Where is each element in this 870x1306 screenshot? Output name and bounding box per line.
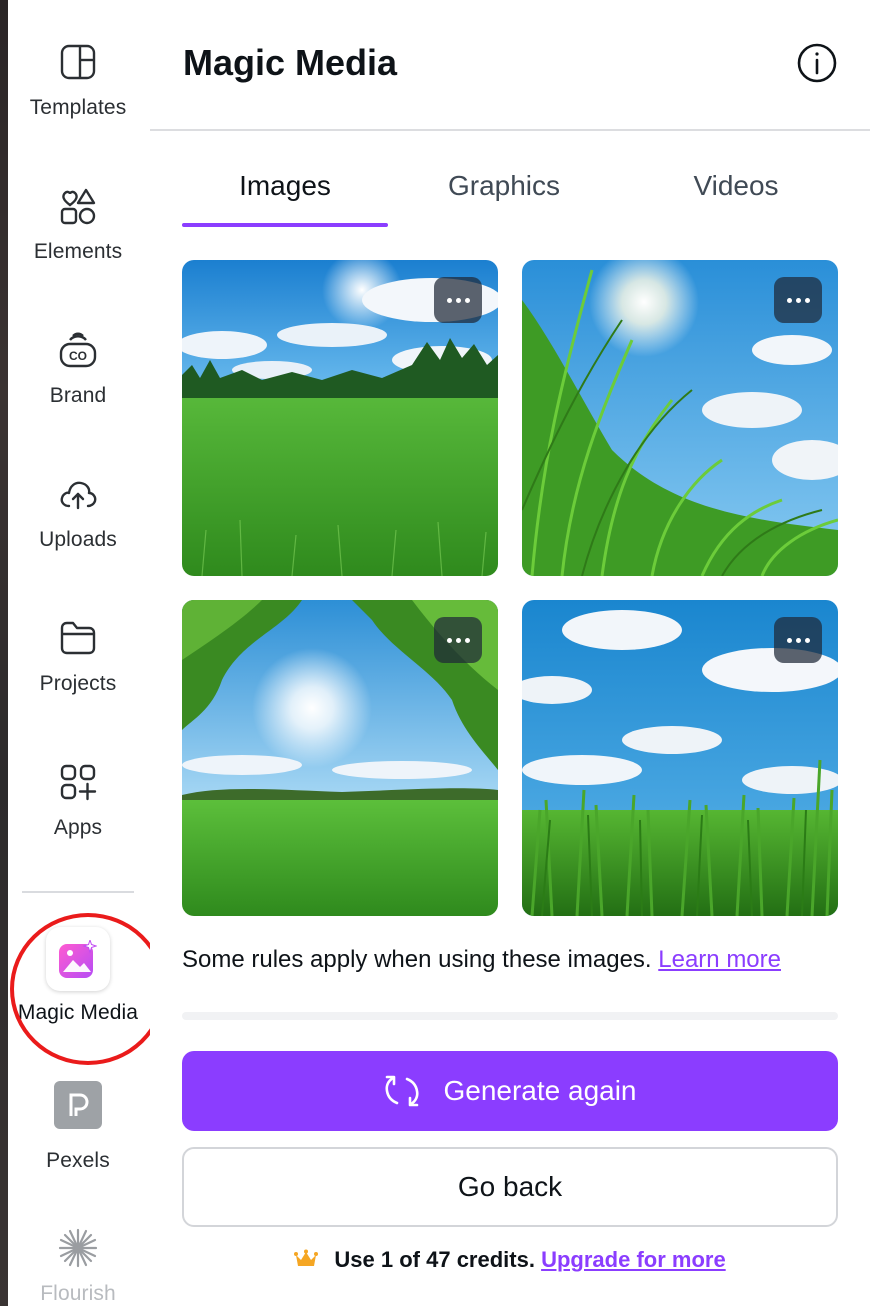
page-title: Magic Media bbox=[183, 42, 398, 83]
apps-icon bbox=[60, 764, 97, 801]
info-icon[interactable] bbox=[797, 43, 837, 83]
left-edge-strip bbox=[0, 0, 8, 1306]
go-back-label: Go back bbox=[457, 1171, 563, 1202]
templates-icon bbox=[60, 44, 96, 80]
learn-more-link[interactable]: Learn more bbox=[658, 946, 781, 973]
generated-image-4[interactable] bbox=[522, 600, 838, 916]
sidebar-item-pexels[interactable]: Pexels bbox=[8, 1081, 148, 1173]
sidebar: Templates Elements CO Brand Uploads Proj… bbox=[8, 0, 166, 1306]
pexels-icon bbox=[54, 1081, 102, 1129]
refresh-icon bbox=[385, 1075, 420, 1107]
more-options-button[interactable] bbox=[774, 617, 822, 663]
credits-info: Use 1 of 47 credits. Upgrade for more bbox=[150, 1247, 870, 1273]
magic-media-tile bbox=[46, 927, 110, 991]
sidebar-item-flourish[interactable]: Flourish bbox=[8, 1228, 148, 1306]
sidebar-item-brand[interactable]: CO Brand bbox=[8, 330, 148, 408]
rules-text: Some rules apply when using these images… bbox=[182, 946, 652, 973]
scroll-separator bbox=[182, 1012, 838, 1020]
active-tab-indicator bbox=[182, 223, 388, 227]
crown-icon bbox=[294, 1249, 319, 1266]
uploads-icon bbox=[60, 481, 97, 510]
go-back-button[interactable]: Go back bbox=[182, 1147, 838, 1227]
svg-text:CO: CO bbox=[69, 349, 87, 363]
sidebar-item-label: Projects bbox=[39, 672, 117, 695]
folder-icon bbox=[60, 621, 96, 655]
sidebar-item-magic-media[interactable]: Magic Media bbox=[8, 927, 148, 1025]
more-options-button[interactable] bbox=[434, 617, 482, 663]
sidebar-item-uploads[interactable]: Uploads bbox=[8, 474, 148, 552]
sidebar-item-label: Pexels bbox=[46, 1149, 110, 1172]
more-options-button[interactable] bbox=[774, 277, 822, 323]
sidebar-item-projects[interactable]: Projects bbox=[8, 618, 148, 696]
sidebar-item-templates[interactable]: Templates bbox=[8, 42, 148, 120]
sidebar-item-label: Flourish bbox=[40, 1282, 116, 1305]
sidebar-item-label: Brand bbox=[49, 384, 107, 407]
generate-again-label: Generate again bbox=[443, 1075, 637, 1106]
sidebar-item-label: Elements bbox=[33, 240, 123, 263]
usage-rules-note: Some rules apply when using these images… bbox=[182, 946, 781, 974]
generated-image-3[interactable] bbox=[182, 600, 498, 916]
upgrade-link[interactable]: Upgrade for more bbox=[541, 1247, 726, 1272]
sidebar-item-label: Uploads bbox=[39, 528, 117, 551]
header-divider bbox=[150, 129, 870, 131]
generate-again-button[interactable]: Generate again bbox=[182, 1051, 838, 1131]
tab-videos[interactable]: Videos bbox=[636, 170, 836, 202]
sidebar-item-label: Apps bbox=[53, 816, 103, 839]
tab-graphics[interactable]: Graphics bbox=[404, 170, 604, 202]
more-options-button[interactable] bbox=[434, 277, 482, 323]
generated-image-2[interactable] bbox=[522, 260, 838, 576]
sidebar-item-label: Magic Media bbox=[17, 1001, 139, 1024]
elements-icon bbox=[60, 188, 96, 225]
sidebar-item-label: Templates bbox=[29, 96, 127, 119]
sidebar-item-elements[interactable]: Elements bbox=[8, 186, 148, 264]
flourish-icon bbox=[58, 1228, 98, 1268]
sidebar-item-apps[interactable]: Apps bbox=[8, 762, 148, 840]
sidebar-divider bbox=[22, 891, 134, 893]
credits-text: Use 1 of 47 credits. bbox=[334, 1247, 535, 1272]
tab-images[interactable]: Images bbox=[182, 170, 388, 202]
magic-media-icon bbox=[59, 940, 97, 978]
magic-media-panel: Magic Media Images Graphics Videos Some … bbox=[150, 0, 870, 1306]
generated-image-1[interactable] bbox=[182, 260, 498, 576]
brand-icon: CO bbox=[59, 332, 97, 368]
